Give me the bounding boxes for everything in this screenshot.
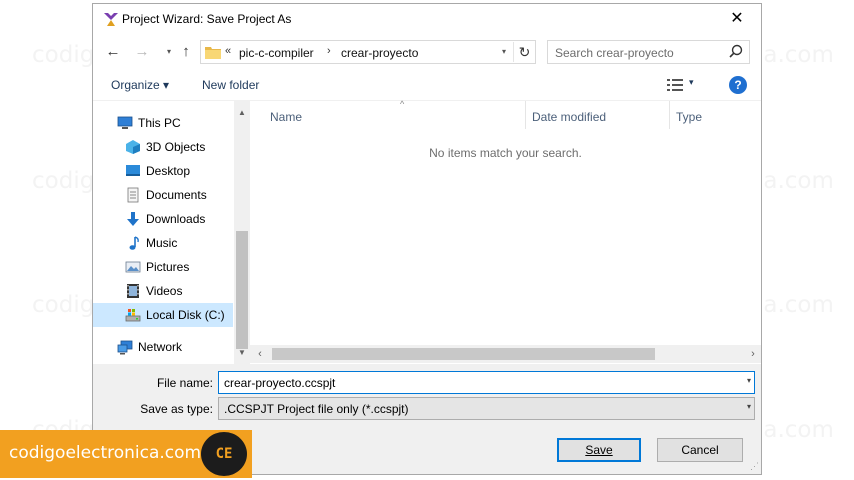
empty-message: No items match your search. xyxy=(429,146,582,160)
column-header-label: Type xyxy=(676,110,703,124)
nav-item-network[interactable]: Network xyxy=(93,335,233,359)
desktop-icon xyxy=(126,165,140,176)
chevron-down-icon: ▾ xyxy=(166,47,171,56)
column-header-type[interactable]: Type xyxy=(670,101,761,129)
view-options-icon[interactable] xyxy=(667,78,683,92)
downloads-icon xyxy=(127,212,139,226)
scrollbar-thumb[interactable] xyxy=(272,348,655,360)
navigation-pane-scrollbar[interactable]: ▲ ▼ xyxy=(234,101,250,365)
address-bar[interactable]: « pic-c-compiler › crear-proyecto ▾ ↻ xyxy=(200,40,536,64)
ccs-app-icon xyxy=(104,13,118,26)
recent-locations-button[interactable]: ▾ xyxy=(163,42,175,62)
save-button[interactable]: Save xyxy=(557,438,641,462)
computer-icon xyxy=(117,116,133,129)
chevron-down-icon[interactable]: ▾ xyxy=(747,402,751,411)
column-header-date-modified[interactable]: Date modified xyxy=(526,101,670,129)
save-button-label: Save xyxy=(585,443,613,457)
nav-item-3d-objects[interactable]: 3D Objects xyxy=(93,135,233,159)
view-dropdown-icon[interactable]: ▾ xyxy=(689,77,694,88)
close-icon: ✕ xyxy=(730,10,744,27)
back-arrow-icon: ← xyxy=(105,43,121,60)
nav-item-this-pc[interactable]: This PC xyxy=(93,111,233,135)
nav-item-documents[interactable]: Documents xyxy=(93,183,233,207)
window-title: Project Wizard: Save Project As xyxy=(122,12,292,26)
chevron-down-icon[interactable]: ▾ xyxy=(747,376,751,385)
brand-logo-text: CE xyxy=(215,446,233,462)
refresh-icon[interactable]: ↻ xyxy=(513,42,535,62)
nav-item-label: Downloads xyxy=(146,212,206,226)
filename-value: crear-proyecto.ccspjt xyxy=(224,376,336,390)
up-button[interactable]: ↑ xyxy=(177,42,195,62)
forward-arrow-icon: → xyxy=(134,43,150,60)
scrollbar-thumb[interactable] xyxy=(236,231,248,349)
file-list-horizontal-scrollbar[interactable]: ‹ › xyxy=(250,345,761,363)
scroll-right-icon[interactable]: › xyxy=(745,345,761,363)
save-as-type-value: .CCSPJT Project file only (*.ccspjt) xyxy=(224,402,409,416)
nav-item-local-disk[interactable]: Local Disk (C:) xyxy=(93,303,233,327)
save-dialog: Project Wizard: Save Project As ✕ ← → ▾ … xyxy=(92,3,762,475)
nav-item-desktop[interactable]: Desktop xyxy=(93,159,233,183)
address-dropdown-icon[interactable]: ▾ xyxy=(497,43,511,61)
search-input[interactable]: Search crear-proyecto xyxy=(547,40,750,64)
nav-item-label: Documents xyxy=(146,188,207,202)
up-arrow-icon: ↑ xyxy=(182,43,190,60)
scroll-up-icon[interactable]: ▲ xyxy=(234,105,250,121)
nav-item-label: Network xyxy=(138,340,183,354)
filename-input[interactable]: crear-proyecto.ccspjt ▾ xyxy=(218,371,755,394)
3d-objects-icon xyxy=(126,140,140,154)
nav-item-music[interactable]: Music xyxy=(93,231,233,255)
nav-item-videos[interactable]: Videos xyxy=(93,279,233,303)
scroll-down-icon[interactable]: ▼ xyxy=(234,345,250,361)
folder-icon xyxy=(205,47,221,59)
brand-logo: CE xyxy=(201,432,247,476)
content-area: This PC 3D Objects Desktop Documents Dow… xyxy=(93,99,761,365)
forward-button[interactable]: → xyxy=(133,42,151,62)
save-as-type-select[interactable]: .CCSPJT Project file only (*.ccspjt) ▾ xyxy=(218,397,755,420)
brand-text: codigoelectronica.com xyxy=(9,443,202,463)
breadcrumb-segment[interactable]: crear-proyecto xyxy=(341,46,418,60)
nav-item-label: This PC xyxy=(138,116,181,130)
nav-item-pictures[interactable]: Pictures xyxy=(93,255,233,279)
nav-item-label: Videos xyxy=(146,284,183,298)
pictures-icon xyxy=(125,261,141,273)
new-folder-button[interactable]: New folder xyxy=(202,78,259,92)
nav-item-label: Local Disk (C:) xyxy=(146,308,225,322)
local-disk-icon xyxy=(125,309,141,322)
sort-ascending-icon: ^ xyxy=(400,99,405,109)
column-header-label: Name xyxy=(270,110,303,124)
column-header-label: Date modified xyxy=(532,110,607,124)
breadcrumb-segment[interactable]: pic-c-compiler xyxy=(239,46,314,60)
breadcrumb-separator-icon[interactable]: › xyxy=(327,45,331,57)
scroll-left-icon[interactable]: ‹ xyxy=(252,345,268,363)
nav-item-downloads[interactable]: Downloads xyxy=(93,207,233,231)
nav-item-label: Pictures xyxy=(146,260,190,274)
back-button[interactable]: ← xyxy=(104,42,122,62)
nav-item-label: Music xyxy=(146,236,178,250)
close-button[interactable]: ✕ xyxy=(717,4,757,34)
search-icon xyxy=(729,44,743,58)
title-bar: Project Wizard: Save Project As ✕ xyxy=(93,4,761,34)
column-header-name[interactable]: ^ Name xyxy=(264,99,526,129)
navigation-pane: This PC 3D Objects Desktop Documents Dow… xyxy=(93,101,234,365)
file-list: ^ Name Date modified Type No items match… xyxy=(250,99,761,365)
nav-item-label: 3D Objects xyxy=(146,140,206,154)
filename-label: File name: xyxy=(156,376,213,390)
music-icon xyxy=(129,236,139,250)
resize-grip-icon[interactable]: ⋰ xyxy=(750,461,759,472)
help-icon[interactable]: ? xyxy=(729,76,747,94)
videos-icon xyxy=(127,284,139,298)
save-as-type-label: Save as type: xyxy=(140,402,213,416)
nav-item-label: Desktop xyxy=(146,164,191,178)
overflow-icon[interactable]: « xyxy=(225,45,231,57)
search-placeholder: Search crear-proyecto xyxy=(555,46,674,60)
cancel-button-label: Cancel xyxy=(681,443,719,457)
network-icon xyxy=(117,340,133,355)
documents-icon xyxy=(127,187,139,203)
organize-button[interactable]: Organize ▾ xyxy=(111,78,169,92)
brand-banner: codigoelectronica.com CE xyxy=(0,430,252,478)
cancel-button[interactable]: Cancel xyxy=(657,438,743,462)
